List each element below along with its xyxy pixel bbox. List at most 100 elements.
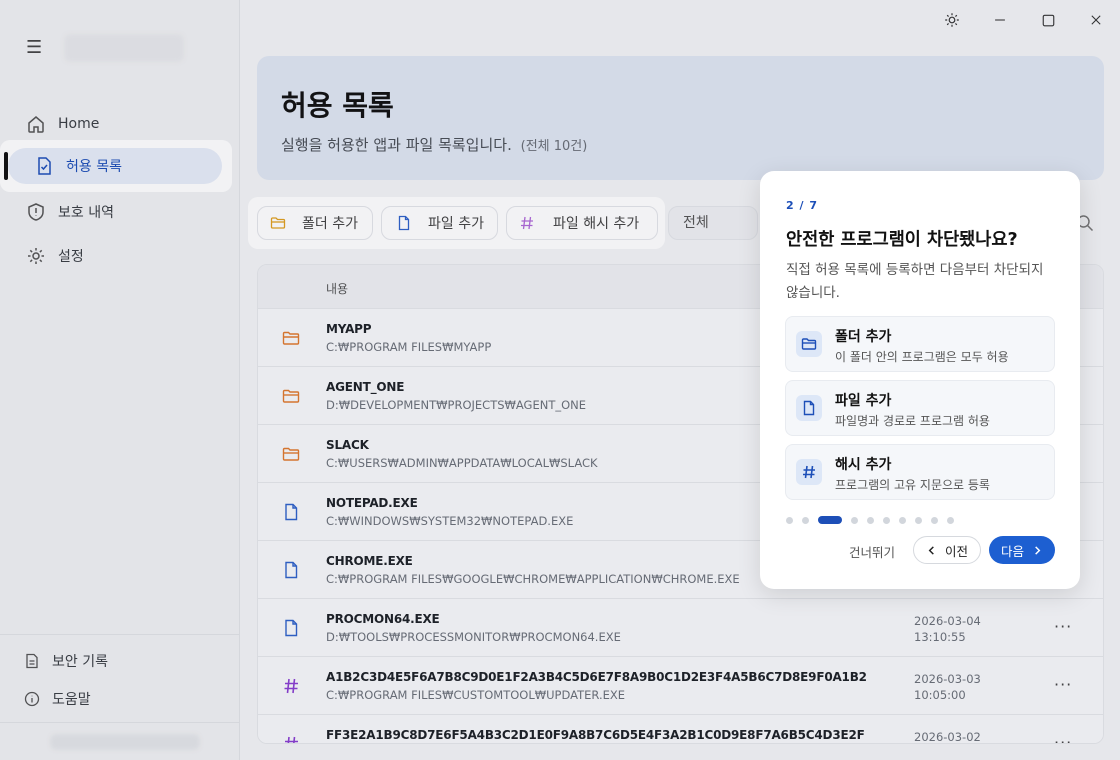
sidebar-item-settings[interactable]: 설정 [0, 234, 240, 278]
sidebar-item-security-log[interactable]: 보안 기록 [24, 651, 108, 671]
hash-icon [282, 677, 300, 695]
progress-dot [786, 516, 793, 524]
shield-icon [26, 202, 46, 222]
sidebar-item-label: 설정 [58, 249, 84, 265]
divider [0, 722, 240, 723]
tour-feature-hash: 해시 추가 프로그램의 고유 지문으로 등록 [785, 444, 1055, 500]
subtitle-text: 실행을 허용한 앱과 파일 목록입니다. [281, 136, 512, 154]
feature-desc: 프로그램의 고유 지문으로 등록 [835, 478, 990, 492]
feature-title: 해시 추가 [835, 457, 892, 473]
more-options-icon[interactable]: ··· [1054, 733, 1072, 743]
sidebar: ☰ Home 보호 내역 설정 허용 목록 보안 기록 도움말 [0, 0, 240, 760]
progress-dot [947, 516, 954, 524]
row-name: CHROME.EXE [326, 554, 413, 568]
row-name: A1B2C3D4E5F6A7B8C9D0E1F2A3B4C5D6E7F8A9B0… [326, 670, 867, 684]
row-path: C:₩PROGRAM FILES₩CUSTOMTOOL₩UPDATER.EXE [326, 688, 626, 702]
sidebar-item-help[interactable]: 도움말 [24, 689, 91, 709]
tour-step-indicator: 2 / 7 [786, 199, 818, 212]
file-icon [282, 561, 300, 579]
column-header-content: 내용 [326, 282, 349, 296]
file-icon [398, 215, 410, 231]
row-path: C:₩PROGRAM FILES₩MYAPP [326, 340, 492, 354]
tour-feature-folder: 폴더 추가 이 폴더 안의 프로그램은 모두 허용 [785, 316, 1055, 372]
feature-desc: 파일명과 경로로 프로그램 허용 [835, 414, 990, 428]
info-icon [24, 691, 40, 707]
skip-button[interactable]: 건너뛰기 [849, 542, 895, 561]
tour-progress-dots [786, 516, 963, 524]
tour-popup: 2 / 7 안전한 프로그램이 차단됐나요? 직접 허용 목록에 등록하면 다음… [760, 171, 1080, 589]
row-name: FF3E2A1B9C8D7E6F5A4B3C2D1E0F9A8B7C6D5E4F… [326, 728, 865, 742]
progress-dot [851, 516, 858, 524]
file-check-icon [38, 157, 51, 175]
prev-label: 이전 [944, 543, 968, 559]
add-folder-button[interactable]: 폴더 추가 [257, 206, 373, 240]
item-count: (전체 10건) [520, 139, 588, 154]
type-filter-select[interactable]: 전체 [668, 206, 758, 240]
sidebar-item-label: 허용 목록 [66, 159, 122, 175]
folder-icon [270, 217, 286, 229]
more-options-icon[interactable]: ··· [1054, 675, 1072, 694]
maximize-icon[interactable] [1038, 10, 1058, 30]
minimize-icon[interactable] [990, 10, 1010, 30]
row-date: 2026-03-03 10:05:00 [914, 671, 981, 703]
folder-icon [796, 331, 822, 357]
folder-icon [282, 387, 300, 405]
user-info [50, 734, 200, 750]
progress-dot [915, 516, 922, 524]
sun-icon[interactable] [942, 10, 962, 30]
row-name: MYAPP [326, 322, 372, 336]
more-options-icon[interactable]: ··· [1054, 617, 1072, 636]
row-path: C:₩WINDOWS₩SYSTEM32₩NOTEPAD.EXE [326, 514, 574, 528]
row-path: D:₩DEVELOPMENT₩PROJECTS₩AGENT_ONE [326, 398, 587, 412]
chevron-left-icon [928, 545, 934, 555]
hash-icon [521, 216, 533, 230]
page-title: 허용 목록 [281, 89, 394, 122]
close-icon[interactable] [1086, 10, 1106, 30]
row-name: AGENT_ONE [326, 380, 405, 394]
table-row[interactable]: PROCMON64.EXE D:₩TOOLS₩PROCESSMONITOR₩PRO… [258, 599, 1103, 657]
table-row[interactable]: A1B2C3D4E5F6A7B8C9D0E1F2A3B4C5D6E7F8A9B0… [258, 657, 1103, 715]
row-date-value: 2026-03-02 [914, 730, 981, 744]
row-date-value: 2026-03-03 [914, 672, 981, 686]
feature-title: 폴더 추가 [835, 329, 892, 345]
progress-dot-active [818, 516, 842, 524]
divider [0, 634, 240, 635]
table-row[interactable]: FF3E2A1B9C8D7E6F5A4B3C2D1E0F9A8B7C6D5E4F… [258, 715, 1103, 744]
progress-dot [931, 516, 938, 524]
home-icon [26, 114, 46, 134]
next-label: 다음 [1000, 543, 1024, 559]
sidebar-item-protection-history[interactable]: 보호 내역 [0, 190, 240, 234]
file-icon [282, 503, 300, 521]
feature-title: 파일 추가 [835, 393, 892, 409]
hash-icon [282, 735, 300, 743]
add-hash-button[interactable]: 파일 해시 추가 [506, 206, 658, 240]
chevron-right-icon [1035, 545, 1041, 555]
tour-title: 안전한 프로그램이 차단됐나요? [786, 230, 1018, 250]
add-hash-label: 파일 해시 추가 [553, 216, 640, 232]
tour-description: 직접 허용 목록에 등록하면 다음부터 차단되지 않습니다. [786, 262, 1044, 301]
row-date-value: 2026-03-04 [914, 614, 981, 628]
tour-feature-file: 파일 추가 파일명과 경로로 프로그램 허용 [785, 380, 1055, 436]
row-date: 2026-03-04 13:10:55 [914, 613, 981, 645]
row-path: C:₩USERS₩ADMIN₩APPDATA₩LOCAL₩SLACK [326, 456, 598, 470]
progress-dot [867, 516, 874, 524]
active-indicator [4, 152, 8, 180]
add-file-button[interactable]: 파일 추가 [381, 206, 498, 240]
logo [64, 34, 184, 62]
page-header: 허용 목록 실행을 허용한 앱과 파일 목록입니다. (전체 10건) [257, 56, 1104, 180]
row-name: SLACK [326, 438, 369, 452]
add-file-label: 파일 추가 [428, 216, 484, 232]
prev-button[interactable]: 이전 [913, 536, 981, 564]
hamburger-menu-icon[interactable]: ☰ [26, 38, 46, 58]
next-button[interactable]: 다음 [989, 536, 1055, 564]
row-path: C:₩PROGRAM FILES₩GOOGLE₩CHROME₩APPLICATI… [326, 572, 740, 586]
hash-icon [796, 459, 822, 485]
row-path: D:₩TOOLS₩PROCESSMONITOR₩PROCMON64.EXE [326, 630, 621, 644]
sidebar-item-home[interactable]: Home [0, 102, 240, 146]
sidebar-item-label: 보호 내역 [58, 205, 114, 221]
page-subtitle: 실행을 허용한 앱과 파일 목록입니다. (전체 10건) [281, 134, 587, 155]
row-date: 2026-03-02 [914, 729, 981, 744]
sidebar-item-allowlist[interactable]: 허용 목록 [4, 148, 222, 184]
add-folder-label: 폴더 추가 [302, 216, 358, 232]
row-name: NOTEPAD.EXE [326, 496, 418, 510]
